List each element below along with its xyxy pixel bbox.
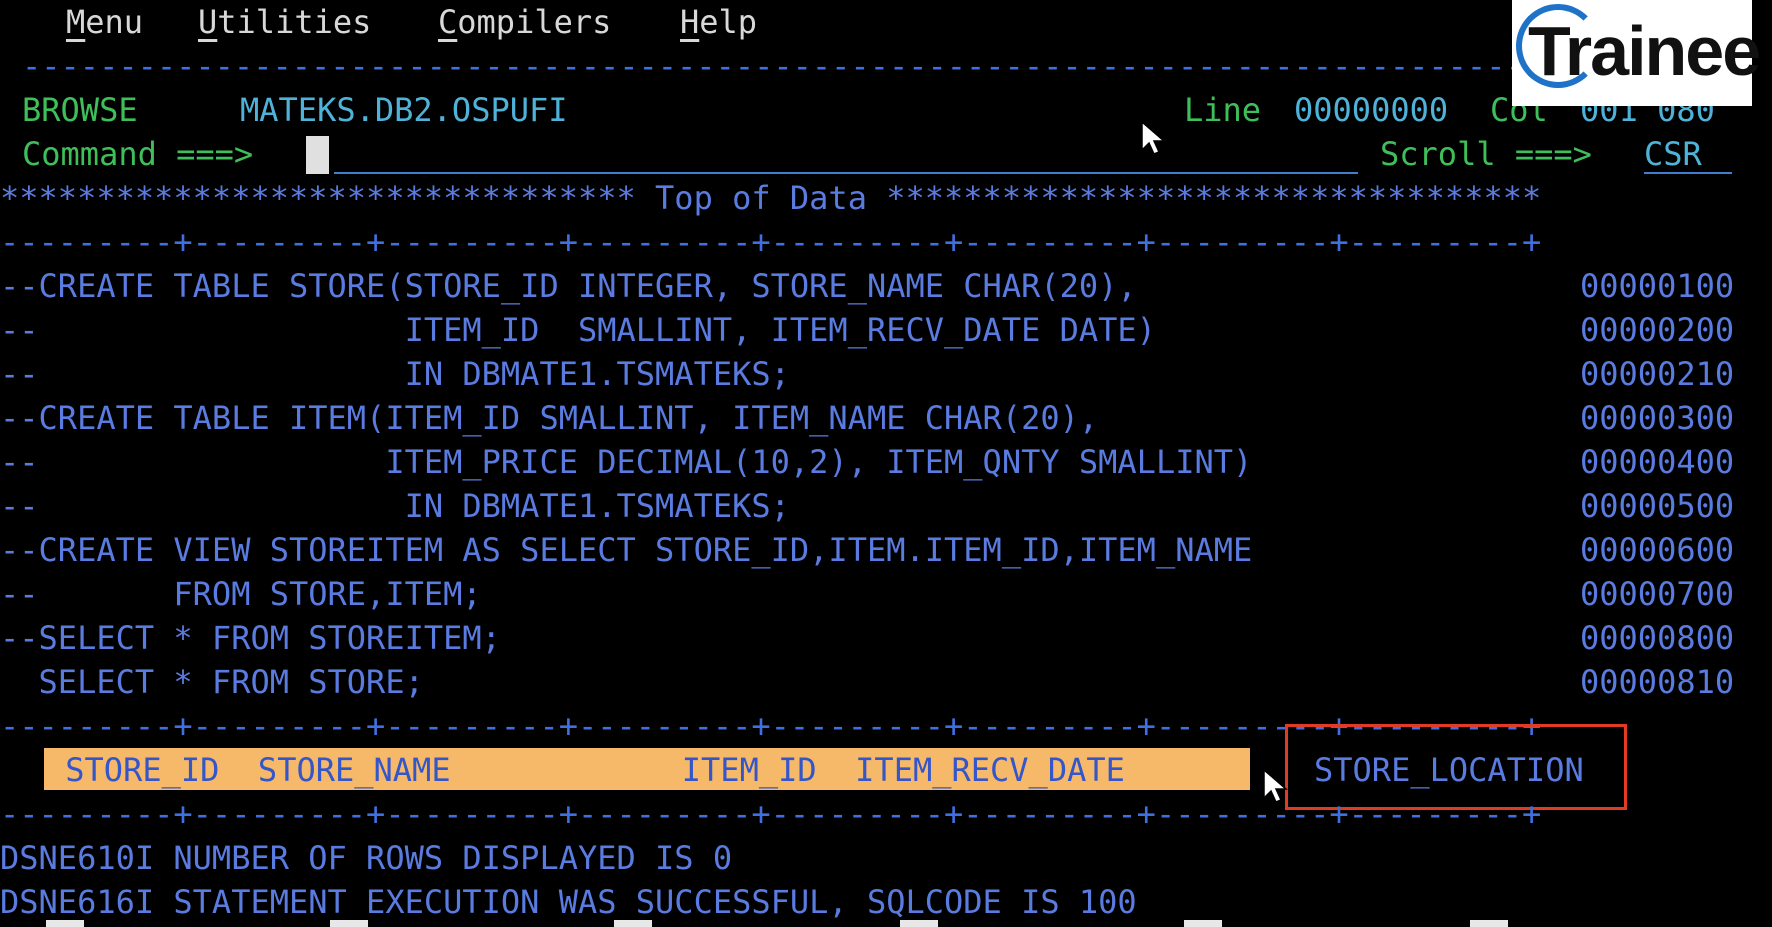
code-text: -- IN DBMATE1.TSMATEKS; xyxy=(0,487,790,525)
sequence-number: 00000210 xyxy=(1580,355,1735,393)
command-input[interactable] xyxy=(334,132,1354,176)
sequence-number: 00000810 xyxy=(1580,663,1735,701)
scroll-label: Scroll ===> xyxy=(1380,135,1592,173)
logo-text: Trainee xyxy=(1528,12,1761,90)
trainee-logo: Trainee xyxy=(1512,0,1761,106)
sequence-number: 00000400 xyxy=(1580,443,1735,481)
command-label: Command ===> xyxy=(22,135,254,173)
code-line: -- IN DBMATE1.TSMATEKS; 00000210 xyxy=(0,352,1772,396)
menu-item-compilers[interactable]: Compilers xyxy=(438,0,611,44)
code-line: --CREATE VIEW STOREITEM AS SELECT STORE_… xyxy=(0,528,1772,572)
code-text: SELECT * FROM STORE; xyxy=(0,663,424,701)
fkey-mark xyxy=(900,920,938,927)
fkey-mark xyxy=(1184,920,1222,927)
menu-item-utilities[interactable]: Utilities xyxy=(198,0,371,44)
code-line: --SELECT * FROM STOREITEM; 00000800 xyxy=(0,616,1772,660)
code-text: --CREATE VIEW STOREITEM AS SELECT STORE_… xyxy=(0,531,1253,569)
code-text: --SELECT * FROM STOREITEM; xyxy=(0,619,501,657)
code-line: -- FROM STORE,ITEM; 00000700 xyxy=(0,572,1772,616)
status-line: BROWSE MATEKS.DB2.OSPUFI Line 00000000 C… xyxy=(0,88,1772,132)
mode-label: BROWSE xyxy=(22,91,138,129)
message-sqlcode: DSNE616I STATEMENT EXECUTION WAS SUCCESS… xyxy=(0,883,1137,921)
code-text: --CREATE TABLE ITEM(ITEM_ID SMALLINT, IT… xyxy=(0,399,1099,437)
column-ruler-top: ---------+---------+---------+---------+… xyxy=(0,223,1542,261)
sequence-number: 00000600 xyxy=(1580,531,1735,569)
line-value: 00000000 xyxy=(1294,91,1449,129)
line-label: Line xyxy=(1184,91,1262,129)
scroll-input-underline xyxy=(1644,172,1732,174)
fkey-mark xyxy=(614,920,652,927)
code-line: --CREATE TABLE STORE(STORE_ID INTEGER, S… xyxy=(0,264,1772,308)
menu-bar: Menu Utilities Compilers Help xyxy=(0,0,1500,44)
code-text: -- FROM STORE,ITEM; xyxy=(0,575,482,613)
result-columns: STORE_ID STORE_NAME ITEM_ID ITEM_RECV_DA… xyxy=(46,751,1125,789)
menu-item-help[interactable]: Help xyxy=(680,0,757,44)
top-of-data-marker: ********************************* Top of… xyxy=(0,179,1542,217)
code-line: -- IN DBMATE1.TSMATEKS; 00000500 xyxy=(0,484,1772,528)
fkey-mark xyxy=(330,920,368,927)
menu-separator: ----------------------------------------… xyxy=(22,47,1512,85)
sequence-number: 00000700 xyxy=(1580,575,1735,613)
code-line: -- ITEM_ID SMALLINT, ITEM_RECV_DATE DATE… xyxy=(0,308,1772,352)
sequence-number: 00000100 xyxy=(1580,267,1735,305)
code-text: --CREATE TABLE STORE(STORE_ID INTEGER, S… xyxy=(0,267,1137,305)
sequence-number: 00000500 xyxy=(1580,487,1735,525)
code-line: SELECT * FROM STORE; 00000810 xyxy=(0,660,1772,704)
code-line: --CREATE TABLE ITEM(ITEM_ID SMALLINT, IT… xyxy=(0,396,1772,440)
text-cursor xyxy=(306,136,329,174)
column-ruler-bottom: ---------+---------+---------+---------+… xyxy=(0,795,1542,833)
code-line: -- ITEM_PRICE DECIMAL(10,2), ITEM_QNTY S… xyxy=(0,440,1772,484)
message-rows-displayed: DSNE610I NUMBER OF ROWS DISPLAYED IS 0 xyxy=(0,839,733,877)
menu-item-menu[interactable]: Menu xyxy=(66,0,143,44)
fkey-mark xyxy=(1470,920,1508,927)
sequence-number: 00000300 xyxy=(1580,399,1735,437)
sequence-number: 00000800 xyxy=(1580,619,1735,657)
code-text: -- IN DBMATE1.TSMATEKS; xyxy=(0,355,790,393)
sequence-number: 00000200 xyxy=(1580,311,1735,349)
command-line: Command ===> Scroll ===> CSR xyxy=(0,132,1772,176)
command-input-underline xyxy=(334,172,1358,174)
dataset-name: MATEKS.DB2.OSPUFI xyxy=(240,91,568,129)
function-key-marks xyxy=(0,920,1772,927)
code-text: -- ITEM_ID SMALLINT, ITEM_RECV_DATE DATE… xyxy=(0,311,1156,349)
code-text: -- ITEM_PRICE DECIMAL(10,2), ITEM_QNTY S… xyxy=(0,443,1253,481)
scroll-input[interactable]: CSR xyxy=(1644,132,1702,176)
fkey-mark xyxy=(46,920,84,927)
